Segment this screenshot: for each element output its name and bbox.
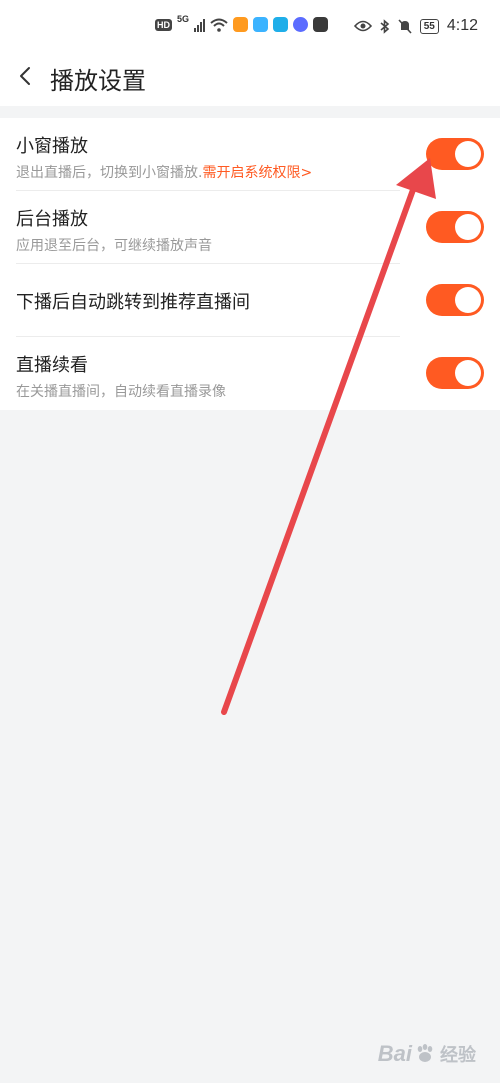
- setting-row-auto-jump: 下播后自动跳转到推荐直播间: [16, 264, 500, 337]
- setting-subtitle: 在关播直播间，自动续看直播录像: [16, 384, 226, 400]
- setting-row-background-play: 后台播放 应用退至后台，可继续播放声音: [16, 191, 500, 264]
- signal-icon: [194, 18, 206, 32]
- toggle-knob: [455, 214, 481, 240]
- clock: 4:12: [446, 17, 478, 34]
- continue-watch-toggle[interactable]: [426, 357, 484, 389]
- setting-row-mini-window: 小窗播放 退出直播后，切换到小窗播放.需开启系统权限>: [16, 118, 500, 191]
- eye-icon: [353, 20, 372, 32]
- mute-icon: [398, 18, 412, 34]
- setting-title: 直播续看: [16, 355, 88, 376]
- mini-window-toggle[interactable]: [426, 138, 484, 170]
- setting-title: 后台播放: [16, 209, 88, 230]
- setting-subtitle-text: 退出直播后，切换到小窗播放.: [16, 165, 203, 181]
- shield-app-icon: [313, 17, 329, 32]
- toggle-knob: [455, 360, 481, 386]
- status-bar: HD 5G 55 4:12: [0, 14, 500, 44]
- music-app-icon: [293, 17, 309, 32]
- chevron-left-icon[interactable]: [14, 64, 38, 88]
- setting-subtitle: 应用退至后台，可继续播放声音: [16, 238, 212, 254]
- settings-list: 小窗播放 退出直播后，切换到小窗播放.需开启系统权限> 后台播放 应用退至后台，…: [0, 118, 500, 410]
- video-app-icon: [233, 17, 249, 32]
- auto-jump-toggle[interactable]: [426, 284, 484, 316]
- search-app-icon: [273, 17, 289, 32]
- background-play-toggle[interactable]: [426, 211, 484, 243]
- top-section: HD 5G 55 4:12 播放设置: [0, 0, 500, 106]
- permission-link[interactable]: 需开启系统权限>: [202, 165, 312, 181]
- setting-row-continue-watch: 直播续看 在关播直播间，自动续看直播录像: [16, 337, 500, 410]
- section-gap: [0, 106, 500, 118]
- bluetooth-icon: [380, 18, 389, 34]
- setting-title: 小窗播放: [16, 136, 88, 157]
- watermark-logo-text: Bai: [377, 1041, 412, 1066]
- paw-icon: [417, 1044, 433, 1062]
- setting-title: 下播后自动跳转到推荐直播间: [16, 292, 250, 313]
- page-title: 播放设置: [50, 67, 146, 95]
- toggle-knob: [455, 287, 481, 313]
- network-type: 5G: [177, 13, 190, 24]
- hd-badge: HD: [155, 18, 172, 31]
- setting-subtitle: 退出直播后，切换到小窗播放.需开启系统权限>: [16, 162, 312, 182]
- status-bar-right: 55 4:12: [353, 17, 478, 35]
- watermark-suffix: 经验: [440, 1045, 476, 1065]
- store-app-icon: [253, 17, 269, 32]
- battery-indicator: 55: [419, 18, 439, 34]
- toggle-knob: [455, 141, 481, 167]
- baidu-watermark: Bai 经验: [378, 1041, 476, 1067]
- wifi-icon: [210, 18, 228, 32]
- page-header: 播放设置: [0, 52, 500, 104]
- status-bar-left: HD 5G: [155, 13, 329, 32]
